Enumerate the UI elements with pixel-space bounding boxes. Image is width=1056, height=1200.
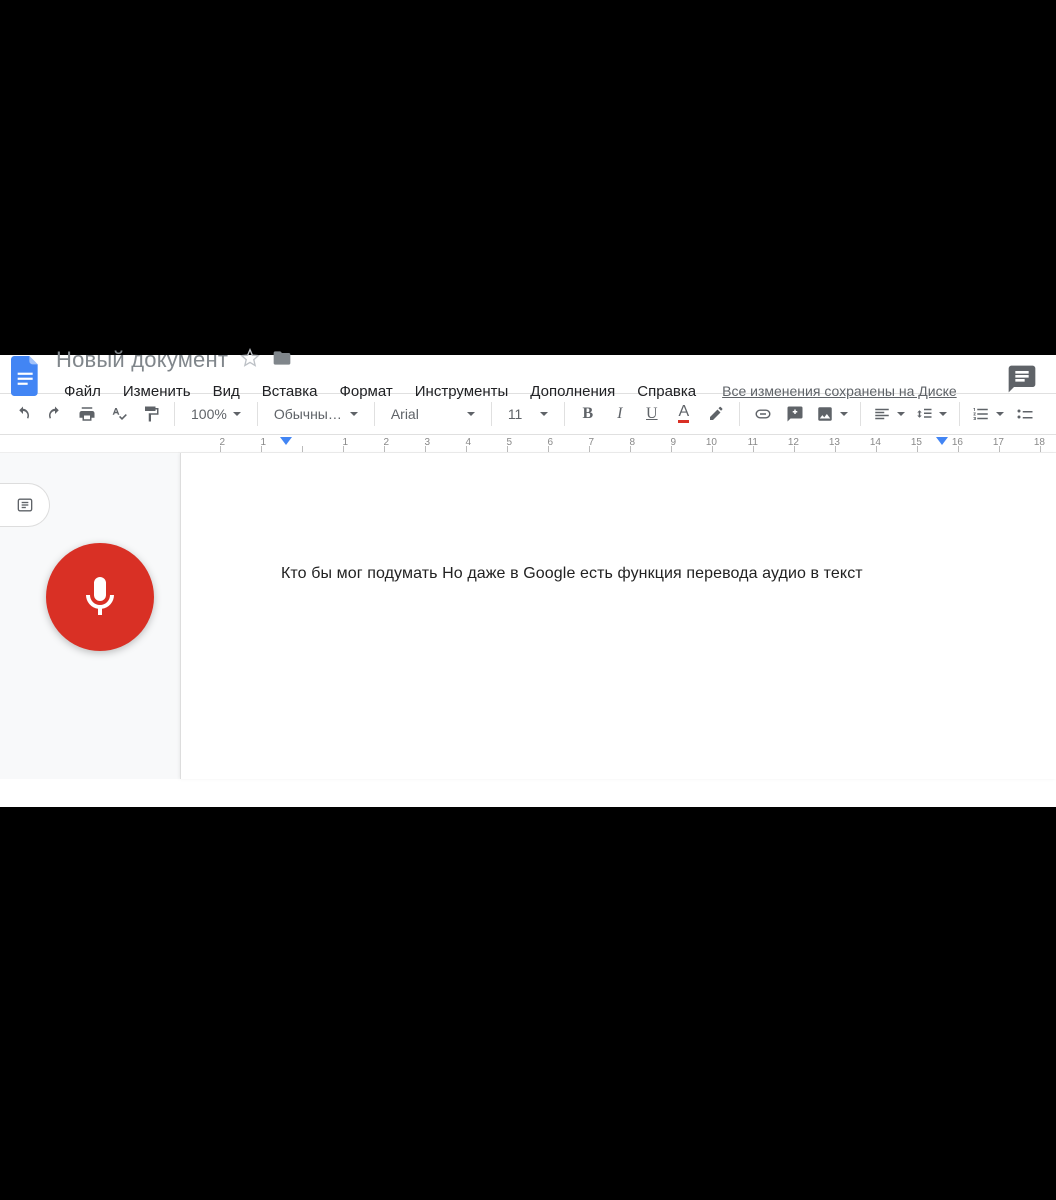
caret-down-icon <box>840 412 848 416</box>
ruler-tick: 7 <box>549 435 590 452</box>
italic-button[interactable]: I <box>605 399 635 429</box>
voice-typing-button[interactable] <box>46 543 154 651</box>
ruler-tick: 11 <box>713 435 754 452</box>
ruler-tick: 2 <box>180 435 221 452</box>
document-title[interactable]: Новый документ <box>56 347 228 373</box>
google-docs-window: Новый документ Файл Изменить Вид Вставка… <box>0 355 1056 807</box>
zoom-value: 100% <box>191 406 227 422</box>
text-color-button[interactable]: A <box>669 399 699 429</box>
caret-down-icon <box>467 412 475 416</box>
line-spacing-dropdown[interactable] <box>911 399 951 429</box>
font-dropdown[interactable]: Arial <box>383 399 483 429</box>
font-value: Arial <box>391 406 419 422</box>
caret-down-icon <box>350 412 358 416</box>
header: Новый документ Файл Изменить Вид Вставка… <box>0 355 1056 393</box>
ruler-tick: 17 <box>959 435 1000 452</box>
ruler-tick: 18 <box>1000 435 1041 452</box>
redo-button[interactable] <box>40 399 70 429</box>
ruler-tick: 14 <box>836 435 877 452</box>
ruler-tick: 4 <box>426 435 467 452</box>
underline-button[interactable]: U <box>637 399 667 429</box>
ruler-tick: 2 <box>344 435 385 452</box>
docs-logo-icon[interactable] <box>8 352 44 400</box>
ruler[interactable]: 21123456789101112131415161718 <box>0 435 1056 453</box>
ruler-tick: 13 <box>795 435 836 452</box>
paragraph-style-dropdown[interactable]: Обычный … <box>266 399 366 429</box>
print-button[interactable] <box>72 399 102 429</box>
spellcheck-button[interactable] <box>104 399 134 429</box>
bulleted-list-button[interactable] <box>1010 399 1040 429</box>
caret-down-icon <box>233 412 241 416</box>
font-size-value: 11 <box>508 406 523 422</box>
ruler-tick: 1 <box>303 435 344 452</box>
insert-comment-button[interactable] <box>780 399 810 429</box>
paint-format-button[interactable] <box>136 399 166 429</box>
document-body-text[interactable]: Кто бы мог подумать Но даже в Google ест… <box>281 565 1016 583</box>
font-size-dropdown[interactable]: 11 <box>500 399 556 429</box>
microphone-icon <box>76 573 124 621</box>
caret-down-icon <box>897 412 905 416</box>
ruler-tick: 15 <box>877 435 918 452</box>
ruler-tick: 9 <box>631 435 672 452</box>
outline-toggle-button[interactable] <box>0 483 50 527</box>
bold-button[interactable]: B <box>573 399 603 429</box>
document-page[interactable]: Кто бы мог подумать Но даже в Google ест… <box>180 453 1056 779</box>
caret-down-icon <box>996 412 1004 416</box>
insert-link-button[interactable] <box>748 399 778 429</box>
numbered-list-dropdown[interactable] <box>968 399 1008 429</box>
folder-icon[interactable] <box>272 348 292 373</box>
star-icon[interactable] <box>240 348 260 373</box>
caret-down-icon <box>540 412 548 416</box>
caret-down-icon <box>939 412 947 416</box>
save-status-link[interactable]: Все изменения сохранены на Диске <box>722 383 957 399</box>
align-dropdown[interactable] <box>869 399 909 429</box>
indent-marker-right-icon[interactable] <box>936 437 948 452</box>
ruler-tick: 6 <box>508 435 549 452</box>
insert-image-dropdown[interactable] <box>812 399 852 429</box>
workspace: Кто бы мог подумать Но даже в Google ест… <box>0 453 1056 779</box>
ruler-tick: 12 <box>754 435 795 452</box>
toolbar: 100% Обычный … Arial 11 B I U A <box>0 393 1056 435</box>
zoom-dropdown[interactable]: 100% <box>183 399 249 429</box>
ruler-tick: 1 <box>221 435 262 452</box>
ruler-tick: 8 <box>590 435 631 452</box>
outline-icon <box>15 495 35 515</box>
highlight-button[interactable] <box>701 399 731 429</box>
comments-icon[interactable] <box>1006 363 1048 400</box>
undo-button[interactable] <box>8 399 38 429</box>
ruler-tick: 10 <box>672 435 713 452</box>
ruler-tick: 3 <box>385 435 426 452</box>
indent-marker-left-icon[interactable] <box>280 437 292 452</box>
ruler-tick: 5 <box>467 435 508 452</box>
style-value: Обычный … <box>274 406 344 422</box>
